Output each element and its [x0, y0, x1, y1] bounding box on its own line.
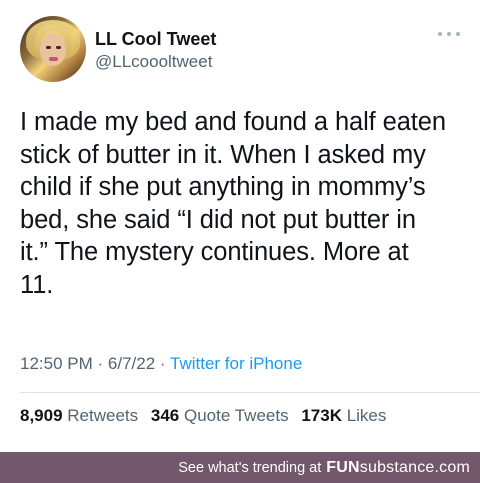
tweet-header: LL Cool Tweet @LLcoooltweet — [20, 16, 460, 82]
quotes-label: Quote Tweets — [184, 406, 289, 425]
author-names: LL Cool Tweet @LLcoooltweet — [95, 28, 216, 73]
brand-tld: .com — [434, 458, 470, 476]
more-dot — [456, 32, 460, 36]
tweet-card: LL Cool Tweet @LLcoooltweet I made my be… — [0, 0, 480, 452]
tweet-text: I made my bed and found a half eaten sti… — [20, 108, 446, 299]
avatar-lips — [49, 57, 58, 61]
tweet-source-link[interactable]: Twitter for iPhone — [170, 354, 302, 373]
meta-separator: · — [159, 354, 166, 373]
avatar-eye-left — [46, 46, 51, 49]
retweets-count: 8,909 — [20, 406, 63, 425]
likes-count: 173K — [301, 406, 342, 425]
tweet-time[interactable]: 12:50 PM — [20, 354, 93, 373]
funsubstance-banner[interactable]: See what's trending at FUNsubstance.com — [0, 452, 480, 483]
display-name[interactable]: LL Cool Tweet — [95, 28, 216, 50]
retweets-stat[interactable]: 8,909 Retweets — [20, 406, 138, 425]
tweet-date[interactable]: 6/7/22 — [108, 354, 155, 373]
quote-tweets-stat[interactable]: 346 Quote Tweets — [151, 406, 289, 425]
divider — [20, 392, 480, 393]
meta-separator: · — [97, 354, 104, 373]
avatar-eye-right — [56, 46, 61, 49]
brand-fun: FUN — [326, 458, 360, 476]
avatar[interactable] — [20, 16, 86, 82]
quotes-count: 346 — [150, 406, 180, 425]
brand-logo[interactable]: FUNsubstance.com — [326, 459, 470, 477]
user-handle[interactable]: @LLcoooltweet — [95, 51, 216, 73]
tweet-meta: 12:50 PM · 6/7/22 · Twitter for iPhone — [20, 352, 302, 376]
retweets-label: Retweets — [67, 406, 139, 425]
more-horizontal-icon[interactable] — [438, 30, 460, 38]
more-dot — [447, 32, 451, 36]
likes-stat[interactable]: 173K Likes — [301, 406, 386, 425]
tweet-stats: 8,909 Retweets 346 Quote Tweets 173K Lik… — [20, 404, 386, 428]
likes-label: Likes — [346, 406, 387, 425]
brand-sub: substance — [359, 458, 435, 476]
avatar-face — [40, 34, 66, 66]
banner-text: See what's trending at — [178, 459, 322, 476]
more-dot — [438, 32, 442, 36]
